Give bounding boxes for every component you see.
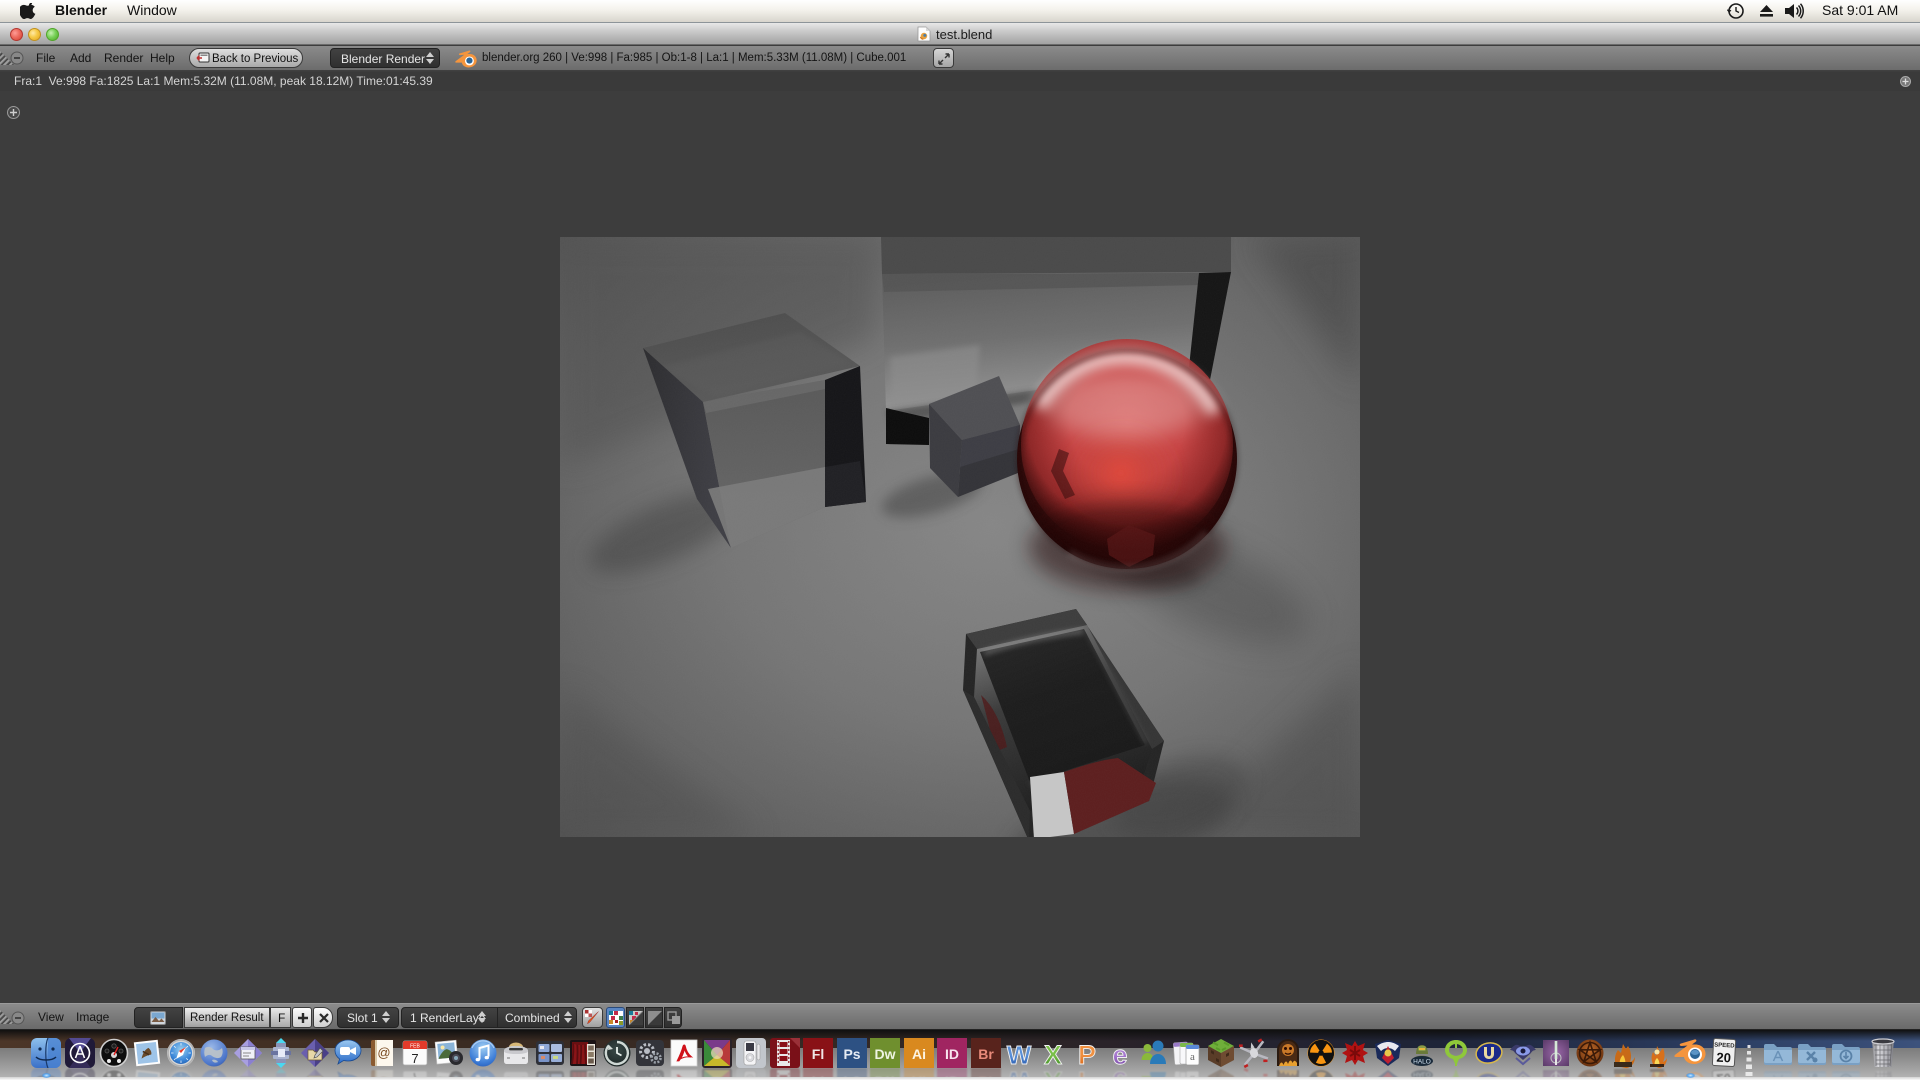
svg-text:20: 20 bbox=[1716, 1050, 1731, 1066]
svg-text:P: P bbox=[1077, 1040, 1095, 1068]
svg-text:X: X bbox=[1044, 1040, 1062, 1068]
svg-text:Fl: Fl bbox=[812, 1046, 824, 1062]
svg-text:7: 7 bbox=[412, 1051, 419, 1066]
svg-text:a: a bbox=[1190, 1051, 1195, 1063]
svg-text:@: @ bbox=[377, 1045, 390, 1060]
svg-text:W: W bbox=[1007, 1040, 1032, 1068]
svg-text:Ai: Ai bbox=[912, 1046, 926, 1062]
svg-text:Br: Br bbox=[978, 1046, 994, 1062]
svg-text:FEB: FEB bbox=[411, 1044, 421, 1050]
svg-text:e: e bbox=[1112, 1040, 1127, 1068]
svg-text:SPEED: SPEED bbox=[1714, 1042, 1735, 1049]
svg-text:ID: ID bbox=[945, 1046, 959, 1062]
svg-text:Dw: Dw bbox=[875, 1046, 896, 1062]
svg-text:Ps: Ps bbox=[843, 1046, 860, 1062]
svg-text:HALO: HALO bbox=[1413, 1059, 1431, 1066]
